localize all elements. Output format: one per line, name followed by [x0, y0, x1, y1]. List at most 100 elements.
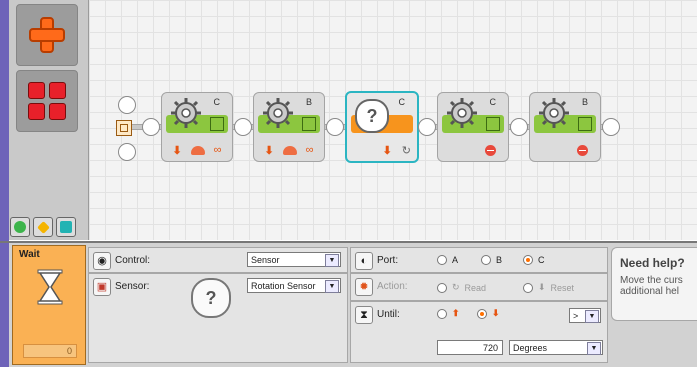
gear-icon — [263, 98, 293, 128]
port-option-b[interactable]: B — [481, 255, 502, 265]
degrees-value-field[interactable]: 720 — [437, 340, 503, 355]
action-label: Action: — [377, 281, 408, 292]
teal-square-icon — [60, 221, 72, 233]
sensor-icon: ▣ — [93, 278, 111, 296]
port-icon: ◐ — [355, 252, 373, 270]
motor-block-1[interactable]: C ⬇ ∞ — [161, 92, 233, 162]
common-palette-button[interactable] — [16, 4, 78, 66]
control-label: Control: — [115, 255, 151, 266]
radio-button[interactable] — [437, 255, 447, 265]
program-canvas[interactable]: C ⬇ ∞ B ⬇ ∞ ? C ⬇ ↻ C B — [89, 0, 697, 240]
sensor-value: Rotation Sensor — [251, 281, 316, 291]
beam-connector — [142, 118, 160, 136]
data-hub-plug-icon — [302, 117, 316, 131]
yellow-diamond-icon — [36, 220, 50, 234]
data-hub-plug-icon — [210, 117, 224, 131]
action-row: ✹ Action: ↻ Read ⬇ Reset — [350, 273, 608, 301]
block-port-letter: C — [489, 97, 497, 107]
complete-palette-button[interactable] — [16, 70, 78, 132]
port-option-c[interactable]: C — [523, 255, 545, 265]
action-read-option[interactable]: ↻ Read — [437, 282, 486, 293]
port-label: Port: — [377, 255, 399, 266]
motor-block-4[interactable]: B — [529, 92, 601, 162]
chevron-down-icon[interactable]: ▼ — [325, 254, 339, 267]
until-row: ⧗ Until: ⬆ ⬇ > ▼ 720 Degrees ▼ — [350, 301, 608, 363]
port-option-label: A — [452, 255, 459, 265]
rotation-sensor-icon: ? — [355, 99, 389, 133]
power-icon — [190, 145, 205, 155]
block-palette — [0, 0, 89, 365]
reset-icon: ⬇ — [538, 282, 546, 292]
sensor-select[interactable]: Rotation Sensor ▼ — [247, 278, 341, 293]
rotation-sensor-icon: ? — [191, 278, 231, 318]
read-label: Read — [464, 282, 487, 293]
power-icon — [282, 145, 297, 155]
direction-down-icon: ⬇ — [172, 144, 182, 157]
common-palette-cross-icon — [29, 17, 65, 53]
control-row: ◉ Control: Sensor ▼ — [88, 247, 348, 273]
block-name: Wait — [19, 249, 40, 260]
end-connector — [602, 118, 620, 136]
port-row: ◐ Port: A B C — [350, 247, 608, 273]
block-summary: Wait 0 — [12, 245, 86, 365]
radio-button[interactable] — [523, 255, 533, 265]
sensor-row: ▣ Sensor: ? Rotation Sensor ▼ — [88, 273, 348, 363]
duration-unlimited-icon: ∞ — [213, 144, 222, 156]
chevron-down-icon[interactable]: ▼ — [587, 342, 601, 355]
rotation-icon: ↻ — [401, 144, 411, 157]
data-hub-plug-icon — [578, 117, 592, 131]
until-backward-option[interactable]: ⬇ — [477, 308, 500, 319]
counter-field: 0 — [23, 344, 77, 358]
panel-strip — [0, 243, 9, 367]
stop-icon — [577, 144, 588, 156]
port-option-label: B — [496, 255, 503, 265]
control-select[interactable]: Sensor ▼ — [247, 252, 341, 267]
block-port-letter: C — [398, 97, 406, 107]
green-circle-icon — [14, 221, 26, 233]
control-value: Sensor — [251, 255, 280, 265]
block-port-letter: C — [213, 97, 221, 107]
palette-tab-custom[interactable] — [56, 217, 76, 237]
arrow-down-icon: ⬇ — [492, 308, 500, 318]
read-icon: ↻ — [452, 282, 460, 292]
hourglass-icon — [37, 269, 63, 305]
arrow-up-icon: ⬆ — [452, 308, 460, 318]
beam-connector — [510, 118, 528, 136]
radio-button[interactable] — [523, 282, 533, 293]
beam-connector — [234, 118, 252, 136]
help-text: Move the curs additional hel — [620, 275, 683, 297]
wait-rotation-block[interactable]: ? C ⬇ ↻ — [345, 91, 419, 163]
motor-block-2[interactable]: B ⬇ ∞ — [253, 92, 325, 162]
sensor-label: Sensor: — [115, 281, 150, 292]
reset-label: Reset — [550, 282, 575, 293]
action-reset-option[interactable]: ⬇ Reset — [523, 282, 574, 293]
until-forward-option[interactable]: ⬆ — [437, 308, 460, 319]
duration-unlimited-icon: ∞ — [305, 144, 314, 156]
palette-tabs — [10, 217, 76, 237]
comparison-select[interactable]: > ▼ — [569, 308, 601, 323]
motor-block-3[interactable]: C — [437, 92, 509, 162]
start-port-top — [118, 96, 136, 114]
radio-button[interactable] — [437, 282, 447, 293]
palette-tab-common[interactable] — [10, 217, 30, 237]
gear-icon — [539, 98, 569, 128]
unit-select[interactable]: Degrees ▼ — [509, 340, 603, 355]
port-option-label: C — [538, 255, 545, 265]
data-hub-plug-icon — [486, 117, 500, 131]
port-option-a[interactable]: A — [437, 255, 458, 265]
radio-button[interactable] — [481, 255, 491, 265]
stop-icon — [485, 144, 496, 156]
radio-button[interactable] — [437, 308, 447, 319]
start-point-icon — [116, 120, 132, 136]
help-panel[interactable]: Need help? Move the curs additional hel — [611, 247, 697, 321]
direction-down-icon: ⬇ — [382, 144, 392, 157]
radio-button[interactable] — [477, 308, 487, 319]
help-title: Need help? — [620, 256, 685, 270]
palette-tab-complete[interactable] — [33, 217, 53, 237]
chevron-down-icon[interactable]: ▼ — [585, 310, 599, 323]
until-label: Until: — [377, 309, 400, 320]
chevron-down-icon[interactable]: ▼ — [325, 280, 339, 293]
beam-connector — [326, 118, 344, 136]
direction-down-icon: ⬇ — [264, 144, 274, 157]
comparison-value: > — [573, 311, 579, 321]
